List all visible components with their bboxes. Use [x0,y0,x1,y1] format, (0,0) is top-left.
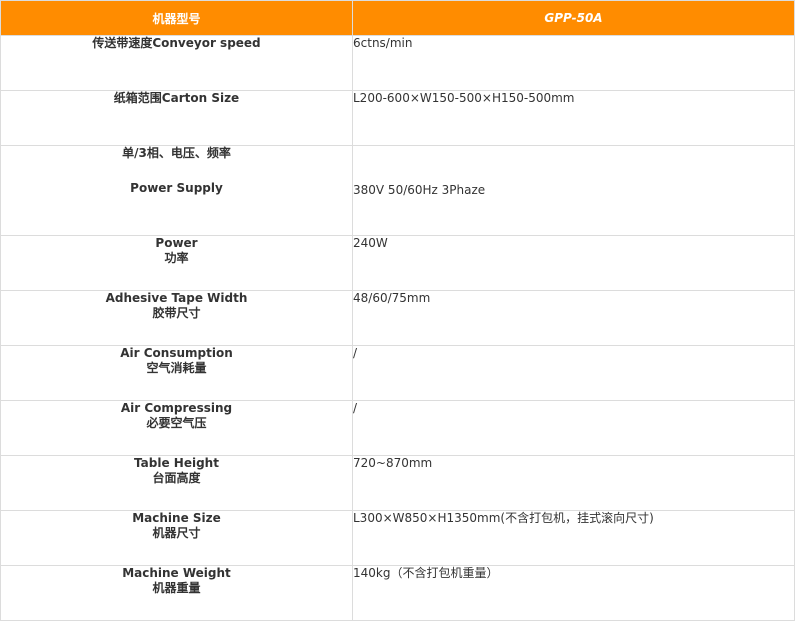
row-label-line: Table Height [134,456,219,470]
spec-row-carton-size: 纸箱范围Carton Size L200-600×W150-500×H150-5… [0,90,795,146]
row-value: L200-600×W150-500×H150-500mm [352,90,795,146]
row-value: 48/60/75mm [352,290,795,346]
row-label: 纸箱范围Carton Size [0,90,353,146]
spec-row-machine-size: Machine Size 机器尺寸 L300×W850×H1350mm(不含打包… [0,510,795,566]
row-label-line: 机器重量 [152,581,201,595]
row-label-line: Adhesive Tape Width [105,291,248,305]
row-value: 140kg（不含打包机重量） [352,565,795,621]
row-label-line: Machine Size [132,511,221,525]
spec-row-machine-weight: Machine Weight 机器重量 140kg（不含打包机重量） [0,565,795,621]
row-label-line: Power Supply [130,181,223,195]
row-value: 6ctns/min [352,35,795,91]
row-label: Power 功率 [0,235,353,291]
row-value: / [352,345,795,401]
row-label-line: 必要空气压 [146,416,207,430]
row-label: 单/3相、电压、频率 Power Supply [0,145,353,236]
row-label-line: 台面高度 [152,471,201,485]
row-value: L300×W850×H1350mm(不含打包机，挂式滚向尺寸) [352,510,795,566]
row-label: Machine Weight 机器重量 [0,565,353,621]
header-row: 机器型号 GPP-50A [0,0,795,36]
row-label-line: 空气消耗量 [146,361,207,375]
row-label-line: 纸箱范围Carton Size [113,91,240,105]
spec-row-air-compressing: Air Compressing 必要空气压 / [0,400,795,456]
spec-row-power-supply: 单/3相、电压、频率 Power Supply 380V 50/60Hz 3Ph… [0,145,795,236]
row-label-line: Machine Weight [122,566,231,580]
spec-row-air-consumption: Air Consumption 空气消耗量 / [0,345,795,401]
spec-row-tape-width: Adhesive Tape Width 胶带尺寸 48/60/75mm [0,290,795,346]
row-label-line: 单/3相、电压、频率 [122,146,231,160]
row-label: Adhesive Tape Width 胶带尺寸 [0,290,353,346]
row-label: 传送带速度Conveyor speed [0,35,353,91]
row-label-line: 传送带速度Conveyor speed [92,36,261,50]
row-label-line: 胶带尺寸 [152,306,201,320]
row-label: Air Compressing 必要空气压 [0,400,353,456]
row-value: 240W [352,235,795,291]
row-label-line: Power [155,236,198,250]
header-model-label: 机器型号 [0,0,353,36]
row-label-line: Air Compressing [120,401,233,415]
row-value: 720~870mm [352,455,795,511]
row-label-line: 机器尺寸 [152,526,201,540]
row-label-line: 功率 [164,251,189,265]
row-label-line: Air Consumption [120,346,233,360]
spec-row-power: Power 功率 240W [0,235,795,291]
row-value: 380V 50/60Hz 3Phaze [352,145,795,236]
spec-table: 机器型号 GPP-50A 传送带速度Conveyor speed 6ctns/m… [0,0,795,621]
spec-row-table-height: Table Height 台面高度 720~870mm [0,455,795,511]
row-value: / [352,400,795,456]
row-label: Machine Size 机器尺寸 [0,510,353,566]
spec-row-conveyor-speed: 传送带速度Conveyor speed 6ctns/min [0,35,795,91]
row-label: Air Consumption 空气消耗量 [0,345,353,401]
header-model-value: GPP-50A [352,0,795,36]
row-label: Table Height 台面高度 [0,455,353,511]
